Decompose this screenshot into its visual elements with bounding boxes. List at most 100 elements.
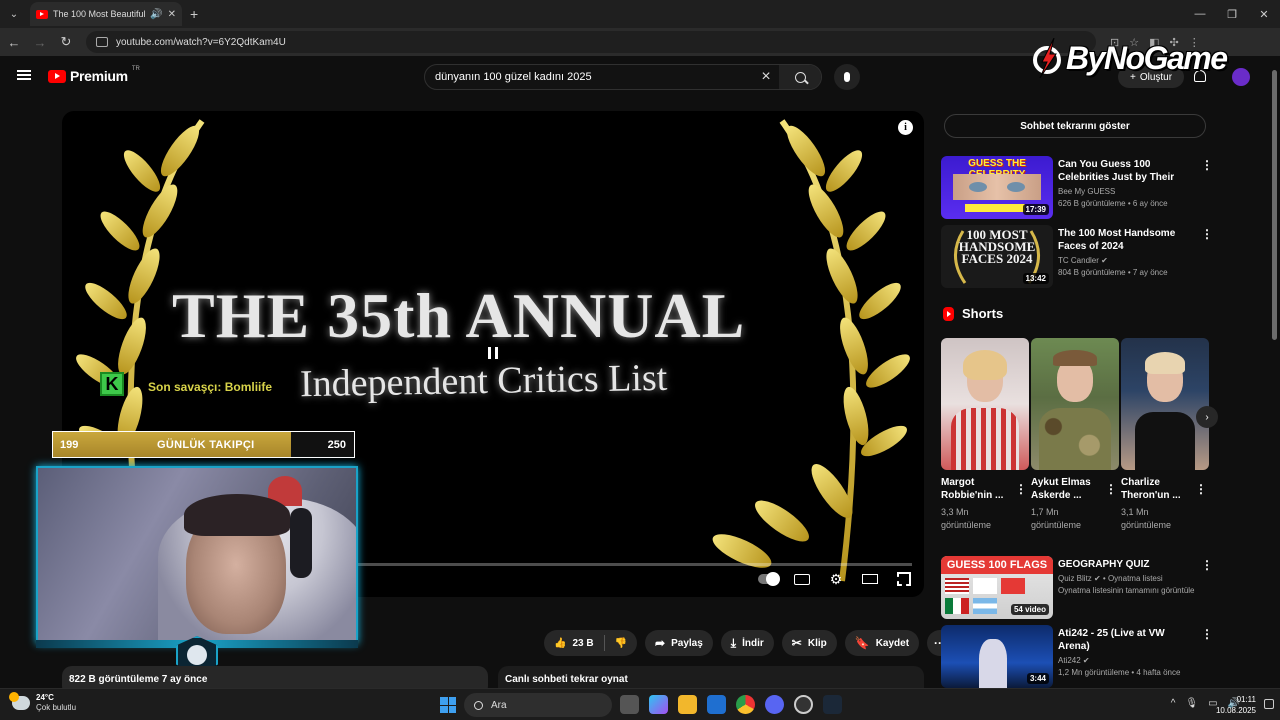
thumbnail-hair — [1145, 352, 1185, 374]
tab-search-icon[interactable]: ⌄ — [4, 4, 24, 24]
download-button[interactable]: ⤓ İndir — [720, 630, 774, 656]
video-thumbnail[interactable]: GUESS THE CELEBRITY 17:39 — [941, 156, 1053, 219]
account-avatar[interactable] — [1232, 68, 1250, 86]
shorts-next-button[interactable]: › — [1196, 406, 1218, 428]
tray-chevron-icon[interactable]: ^ — [1171, 698, 1176, 709]
taskbar-apps — [620, 695, 842, 714]
tab-close-icon[interactable]: ✕ — [168, 9, 176, 20]
omnibox[interactable]: youtube.com/watch?v=6Y2QdtKam4U — [86, 31, 1096, 53]
file-explorer-icon[interactable] — [678, 695, 697, 714]
more-options-icon[interactable]: ⋮ — [1201, 558, 1213, 572]
subtitles-button[interactable] — [792, 571, 812, 587]
channel-name[interactable]: Quiz Blitz ✔ • Oynatma listesi — [1058, 574, 1198, 583]
share-button[interactable]: ➦ Paylaş — [645, 630, 713, 656]
recommendation-title[interactable]: The 100 Most Handsome Faces of 2024 — [1058, 227, 1198, 253]
show-chat-replay-button[interactable]: Sohbet tekrarını göster — [944, 114, 1206, 138]
window-controls: — ❐ ✕ — [1184, 0, 1280, 28]
save-button[interactable]: 🔖 Kaydet — [844, 630, 920, 656]
video-subtitle-text: Independent Critics List — [299, 356, 668, 406]
short-thumbnail[interactable] — [1121, 338, 1209, 470]
download-label: İndir — [742, 637, 764, 649]
view-full-playlist[interactable]: Oynatma listesinin tamamını görüntüle — [1058, 586, 1198, 595]
recommendation-title[interactable]: Can You Guess 100 Celebrities Just by Th… — [1058, 158, 1198, 184]
follower-current: 199 — [60, 438, 79, 451]
thumbnail-hair — [963, 350, 1007, 380]
task-view-icon[interactable] — [620, 695, 639, 714]
minimize-button[interactable]: — — [1184, 0, 1216, 28]
more-options-icon[interactable]: ⋮ — [1201, 627, 1213, 641]
youtube-logo[interactable]: Premium TR — [48, 66, 140, 84]
shorts-icon — [943, 306, 954, 321]
short-title[interactable]: Aykut Elmas Askerde ... — [1031, 476, 1103, 502]
search-button[interactable] — [779, 65, 821, 89]
thumbnail-figure — [1135, 412, 1195, 470]
microsoft-store-icon[interactable] — [707, 695, 726, 714]
more-options-icon[interactable]: ⋮ — [1201, 227, 1213, 241]
recommendation-title[interactable]: GEOGRAPHY QUIZ — [1058, 558, 1198, 571]
close-window-button[interactable]: ✕ — [1248, 0, 1280, 28]
voice-search-button[interactable] — [834, 64, 860, 90]
copilot-icon[interactable] — [649, 695, 668, 714]
clip-button[interactable]: ✂ Klip — [781, 630, 837, 656]
short-item[interactable]: Charlize Theron'un ... 3,1 Mn görüntülem… — [1121, 338, 1209, 532]
follower-goal-target: 250 — [327, 438, 346, 451]
short-item[interactable]: Margot Robbie'nin ... 3,3 Mn görüntüleme… — [941, 338, 1029, 532]
video-thumbnail[interactable]: 100 MOST HANDSOME FACES 2024 13:42 — [941, 225, 1053, 288]
dislike-button[interactable]: 👎 — [605, 630, 637, 656]
pause-icon[interactable] — [488, 347, 498, 359]
theater-mode-button[interactable] — [860, 571, 880, 587]
discord-icon[interactable] — [765, 695, 784, 714]
clock[interactable]: 01:11 10.08.2025 — [1216, 694, 1256, 716]
playlist-thumbnail[interactable]: GUESS 100 FLAGS 54 video — [941, 556, 1053, 619]
more-options-icon[interactable]: ⋮ — [1105, 482, 1117, 496]
recommendation-title[interactable]: Ati242 - 25 (Live at VW Arena) — [1058, 627, 1198, 653]
scrollbar-thumb[interactable] — [1272, 70, 1277, 340]
partly-cloudy-icon — [9, 692, 30, 710]
new-tab-button[interactable]: + — [190, 6, 198, 22]
scissors-icon: ✂ — [791, 636, 802, 650]
page-scrollbar[interactable] — [1270, 56, 1280, 688]
reload-button[interactable]: ↻ — [54, 34, 78, 50]
short-title[interactable]: Charlize Theron'un ... — [1121, 476, 1193, 502]
video-meta: 804 B görüntüleme • 7 ay önce — [1058, 268, 1168, 277]
site-info-icon[interactable] — [96, 37, 108, 47]
taskbar-search[interactable]: Ara — [464, 693, 612, 717]
info-icon[interactable]: i — [898, 120, 913, 135]
short-thumbnail[interactable] — [941, 338, 1029, 470]
menu-icon[interactable] — [17, 70, 31, 80]
channel-name[interactable]: Ati242 ✔ — [1058, 656, 1198, 665]
forward-button[interactable]: → — [28, 35, 52, 50]
start-button[interactable] — [440, 697, 456, 713]
browser-tab[interactable]: The 100 Most Beautiful Faces 🔊 ✕ — [30, 2, 182, 26]
fullscreen-button[interactable] — [894, 571, 914, 587]
search-input[interactable] — [425, 71, 753, 83]
back-button[interactable]: ← — [2, 35, 26, 50]
weather-widget[interactable]: 24°C Çok bulutlu — [9, 692, 76, 713]
more-options-icon[interactable]: ⋮ — [1195, 482, 1207, 496]
autoplay-toggle[interactable] — [758, 571, 780, 587]
like-button[interactable]: 👍 23 B — [544, 630, 604, 656]
microphone-icon[interactable]: 🎙 — [1185, 698, 1198, 709]
speaker-icon[interactable]: 🔊 — [150, 9, 162, 20]
theater-icon — [862, 574, 878, 584]
restore-button[interactable]: ❐ — [1216, 0, 1248, 28]
bynogame-watermark: ByNoGame — [1032, 38, 1228, 78]
short-thumbnail[interactable] — [1031, 338, 1119, 470]
video-thumbnail[interactable]: 3:44 — [941, 625, 1053, 688]
microphone-icon — [844, 72, 850, 82]
short-title[interactable]: Margot Robbie'nin ... — [941, 476, 1013, 502]
more-options-icon[interactable]: ⋮ — [1201, 158, 1213, 172]
chat-replay-title: Canlı sohbeti tekrar oynat — [505, 674, 628, 685]
channel-name[interactable]: TC Candler ✔ — [1058, 256, 1198, 265]
settings-button[interactable]: ⚙ — [826, 571, 846, 587]
steam-icon[interactable] — [823, 695, 842, 714]
notifications-icon[interactable] — [1264, 699, 1274, 709]
short-item[interactable]: Aykut Elmas Askerde ... 1,7 Mn görüntüle… — [1031, 338, 1119, 532]
url-text[interactable]: youtube.com/watch?v=6Y2QdtKam4U — [116, 37, 286, 48]
obs-icon[interactable] — [794, 695, 813, 714]
clear-search-icon[interactable]: × — [753, 68, 779, 86]
flag-korea-icon — [973, 578, 997, 594]
chrome-icon[interactable] — [736, 695, 755, 714]
more-options-icon[interactable]: ⋮ — [1015, 482, 1027, 496]
channel-name[interactable]: Bee My GUESS — [1058, 187, 1198, 196]
